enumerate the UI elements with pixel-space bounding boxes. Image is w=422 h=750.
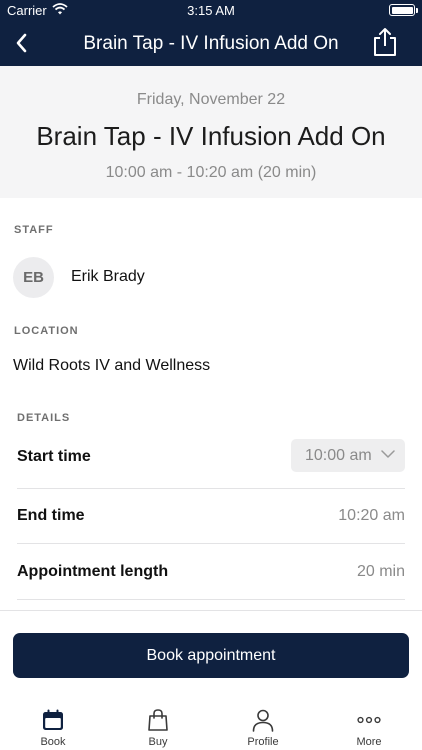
appointment-length-row: Appointment length 20 min [17,544,405,600]
end-time-value: 10:20 am [338,507,405,524]
tab-label: More [356,736,382,748]
location-section-label: LOCATION [14,325,79,337]
start-time-label: Start time [17,448,91,465]
clock: 3:15 AM [187,3,235,18]
book-appointment-button[interactable]: Book appointment [13,633,409,678]
footer-divider [0,610,422,611]
appointment-date: Friday, November 22 [136,91,286,108]
battery-icon [389,4,415,16]
person-icon [252,709,274,732]
tab-buy[interactable]: Buy [118,698,198,750]
tab-bar: Book Buy Profile More [0,698,422,750]
tab-label: Profile [247,736,279,748]
avatar: EB [13,257,54,298]
appointment-length-value: 20 min [356,563,405,580]
tab-more[interactable]: More [329,698,409,750]
tab-label: Book [40,736,66,748]
shopping-bag-icon [148,709,168,731]
end-time-row: End time 10:20 am [17,489,405,545]
battery-tip [416,8,418,13]
appointment-summary: Friday, November 22 Brain Tap - IV Infus… [0,66,422,198]
tab-label: Buy [148,736,168,748]
appointment-length-label: Appointment length [17,563,169,580]
calendar-icon [43,709,63,730]
status-bar: Carrier 3:15 AM [0,0,422,20]
time-range: 10:00 am - 10:20 am (20 min) [105,164,317,181]
end-time-label: End time [17,507,85,524]
staff-section-label: STAFF [14,224,54,236]
divider [17,599,405,600]
nav-title: Brain Tap - IV Infusion Add On [83,33,339,54]
more-dots-icon [357,716,381,724]
details-section-label: DETAILS [17,412,71,424]
location-name: Wild Roots IV and Wellness [13,357,211,374]
nav-bar: Brain Tap - IV Infusion Add On [0,20,422,66]
service-title: Brain Tap - IV Infusion Add On [36,121,386,151]
start-time-picker[interactable]: 10:00 am [291,439,405,472]
share-icon[interactable] [370,26,400,58]
tab-profile[interactable]: Profile [223,698,303,750]
tab-book[interactable]: Book [13,698,93,750]
chevron-down-icon [381,450,395,458]
start-time-value: 10:00 am [305,447,372,464]
staff-name: Erik Brady [71,268,145,285]
start-time-row: Start time 10:00 am [17,439,405,495]
